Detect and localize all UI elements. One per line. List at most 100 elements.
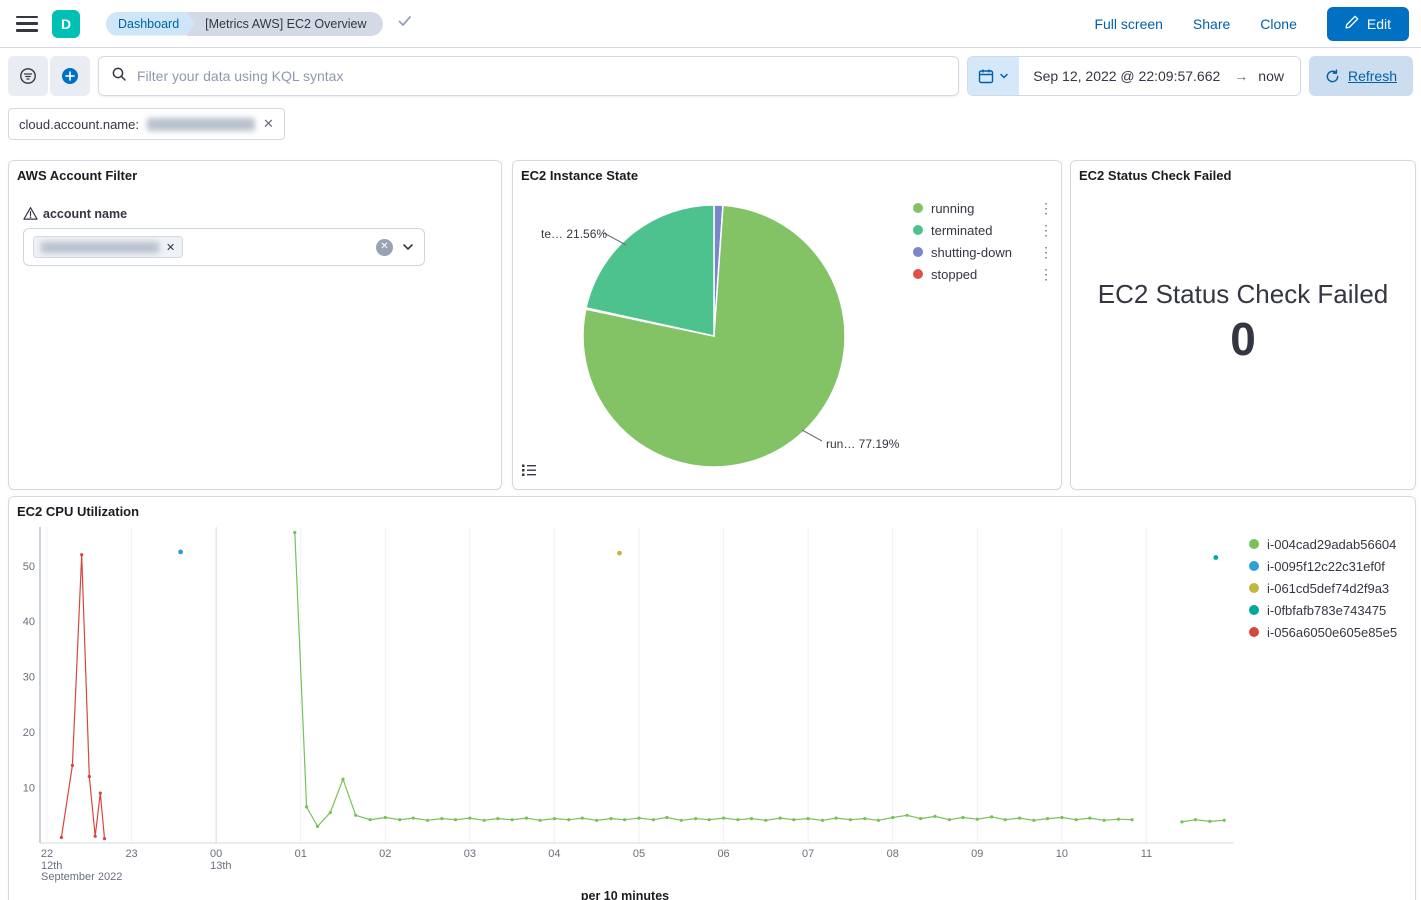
legend-label: i-056a6050e605e85e5	[1267, 625, 1397, 640]
filter-pill-redacted-value	[147, 118, 255, 131]
filter-bar: cloud.account.name: ✕	[0, 104, 1421, 152]
svg-text:40: 40	[23, 616, 35, 628]
series-line-i-004cad29adab56604	[1182, 820, 1224, 822]
svg-text:10: 10	[1056, 848, 1068, 860]
metric-value: 0	[1071, 312, 1415, 366]
svg-text:11: 11	[1141, 848, 1152, 860]
legend-item-terminated[interactable]: terminated ⋮	[913, 219, 1055, 241]
combobox-chevron-down-icon[interactable]	[401, 240, 415, 254]
chevron-down-icon	[999, 71, 1009, 81]
svg-text:02: 02	[379, 848, 391, 860]
legend-item-menu-icon[interactable]: ⋮	[1037, 266, 1055, 283]
series-line-i-056a6050e605e85e5	[61, 555, 104, 839]
svg-text:04: 04	[548, 848, 560, 860]
breadcrumb-current: [Metrics AWS] EC2 Overview	[187, 12, 382, 36]
legend-label: shutting-down	[931, 245, 1012, 260]
pencil-icon	[1345, 15, 1359, 32]
legend-item-i-061cd5def74d2f9a3[interactable]: i-061cd5def74d2f9a3	[1249, 577, 1411, 599]
legend-color-dot	[913, 247, 923, 257]
legend-item-running[interactable]: running ⋮	[913, 197, 1055, 219]
legend-label: terminated	[931, 223, 992, 238]
clear-selection-button[interactable]: ✕	[376, 239, 393, 256]
remove-filter-icon[interactable]: ✕	[263, 116, 274, 132]
add-filter-button[interactable]	[50, 56, 90, 96]
legend-color-dot	[913, 225, 923, 235]
filter-button-group	[8, 56, 90, 96]
selected-account-pill: ✕	[33, 236, 183, 258]
saved-check-icon	[397, 13, 413, 34]
date-picker: Sep 12, 2022 @ 22:09:57.662 → now	[967, 56, 1301, 96]
account-name-combobox[interactable]: ✕ ✕	[23, 228, 425, 266]
clone-link[interactable]: Clone	[1260, 16, 1297, 32]
legend-color-dot	[913, 203, 923, 213]
panel-ec2-instance-state: EC2 Instance State te… 21.56%run… 77.19%…	[512, 160, 1062, 490]
legend-item-i-056a6050e605e85e5[interactable]: i-056a6050e605e85e5	[1249, 621, 1411, 643]
svg-text:00: 00	[210, 848, 222, 860]
refresh-button[interactable]: Refresh	[1309, 56, 1413, 96]
date-range-arrow: →	[1234, 68, 1248, 84]
filter-menu-button[interactable]	[8, 56, 48, 96]
svg-text:01: 01	[295, 848, 307, 860]
share-link[interactable]: Share	[1193, 16, 1230, 32]
panel-ec2-status-check-failed: EC2 Status Check Failed EC2 Status Check…	[1070, 160, 1416, 490]
date-end-now[interactable]: now	[1248, 68, 1300, 84]
refresh-label: Refresh	[1348, 68, 1397, 84]
legend-item-stopped[interactable]: stopped⋮	[913, 263, 1055, 285]
plus-in-circle-icon	[61, 67, 79, 85]
svg-text:06: 06	[717, 848, 729, 860]
legend-color-dot	[1249, 605, 1259, 615]
pie-callout-terminated: te… 21.56%	[541, 227, 607, 241]
svg-text:20: 20	[23, 727, 35, 739]
search-input[interactable]	[137, 68, 946, 84]
refresh-icon	[1325, 69, 1340, 84]
full-screen-link[interactable]: Full screen	[1094, 16, 1162, 32]
search-icon	[111, 66, 127, 87]
legend-item-i-0095f12c22c31ef0f[interactable]: i-0095f12c22c31ef0f	[1249, 555, 1411, 577]
legend-item-shutting-down[interactable]: shutting-down ⋮	[913, 241, 1055, 263]
calendar-button[interactable]	[968, 57, 1019, 95]
remove-selected-account-icon[interactable]: ✕	[166, 241, 175, 254]
breadcrumb-dashboard[interactable]: Dashboard	[106, 12, 195, 36]
panel-title: EC2 Status Check Failed	[1071, 161, 1415, 190]
edit-button[interactable]: Edit	[1327, 7, 1409, 41]
selected-account-redacted-value	[41, 242, 159, 253]
header-actions: Full screen Share Clone Edit	[1094, 7, 1409, 41]
legend-toggle-button[interactable]	[521, 462, 537, 481]
filter-pill[interactable]: cloud.account.name: ✕	[8, 108, 285, 140]
legend-list-icon	[521, 462, 537, 478]
date-start-text[interactable]: Sep 12, 2022 @ 22:09:57.662	[1019, 68, 1234, 84]
top-header: D Dashboard [Metrics AWS] EC2 Overview F…	[0, 0, 1421, 48]
svg-text:05: 05	[633, 848, 645, 860]
legend-item-menu-icon[interactable]: ⋮	[1037, 222, 1055, 239]
pie-callout-running: run… 77.19%	[826, 437, 900, 451]
metric-label: EC2 Status Check Failed	[1071, 279, 1415, 310]
legend-color-dot	[913, 269, 923, 279]
series-line-i-004cad29adab56604	[295, 533, 1132, 827]
edit-button-label: Edit	[1367, 16, 1391, 32]
filter-pill-field: cloud.account.name:	[19, 117, 139, 132]
breadcrumb: Dashboard [Metrics AWS] EC2 Overview	[106, 12, 383, 36]
legend-label: running	[931, 201, 974, 216]
metric-visualization: EC2 Status Check Failed 0	[1071, 279, 1415, 366]
svg-text:09: 09	[971, 848, 983, 860]
svg-text:50: 50	[23, 561, 35, 573]
legend-color-dot	[1249, 583, 1259, 593]
svg-text:03: 03	[464, 848, 476, 860]
svg-text:13th: 13th	[210, 860, 231, 872]
legend-label: i-0095f12c22c31ef0f	[1267, 559, 1385, 574]
legend-item-i-0fbfafb783e743475[interactable]: i-0fbfafb783e743475	[1249, 599, 1411, 621]
svg-text:30: 30	[23, 672, 35, 684]
svg-text:08: 08	[887, 848, 899, 860]
legend-item-menu-icon[interactable]: ⋮	[1037, 244, 1055, 261]
legend-label: i-0fbfafb783e743475	[1267, 603, 1386, 618]
svg-text:07: 07	[802, 848, 814, 860]
legend-item-menu-icon[interactable]: ⋮	[1037, 200, 1055, 217]
pie-legend: running⋮terminated⋮shutting-down⋮stopped…	[913, 197, 1055, 285]
query-toolbar: Sep 12, 2022 @ 22:09:57.662 → now Refres…	[0, 48, 1421, 104]
menu-icon[interactable]	[16, 16, 38, 32]
filter-in-circle-icon	[19, 67, 37, 85]
legend-label: i-061cd5def74d2f9a3	[1267, 581, 1389, 596]
legend-item-i-004cad29adab56604[interactable]: i-004cad29adab56604	[1249, 533, 1411, 555]
deployment-badge[interactable]: D	[52, 10, 80, 38]
cpu-line-chart[interactable]: 10203040502212thSeptember 2022230013th01…	[9, 521, 1241, 887]
